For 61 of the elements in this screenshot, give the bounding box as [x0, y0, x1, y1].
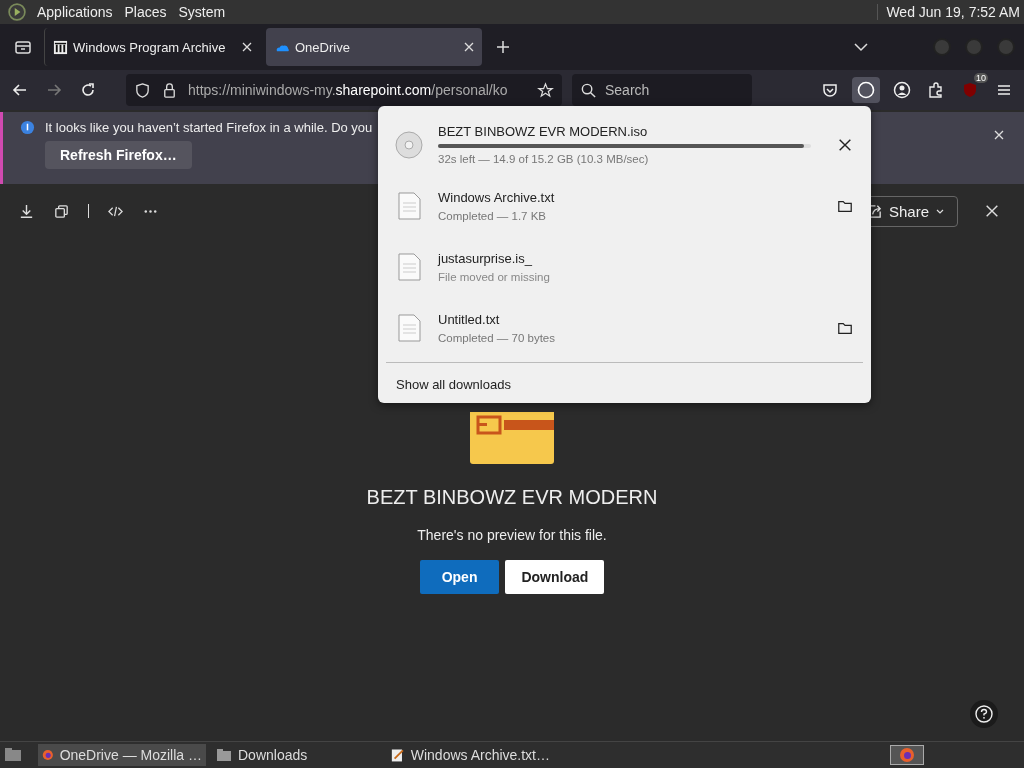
archive-file-icon: [470, 412, 554, 464]
download-item[interactable]: Untitled.txt Completed — 70 bytes: [386, 297, 863, 358]
download-status: File moved or missing: [438, 270, 551, 283]
extension-badge: 10: [974, 73, 988, 83]
show-all-downloads-link[interactable]: Show all downloads: [396, 377, 511, 392]
download-status: Completed — 70 bytes: [438, 331, 556, 344]
disc-icon: [394, 129, 424, 160]
close-icon[interactable]: [242, 42, 252, 52]
desktop-icon[interactable]: [4, 746, 22, 764]
tray-button[interactable]: [890, 745, 924, 765]
download-button[interactable]: Download: [505, 560, 605, 594]
file-name: BEZT BINBOWZ EVR MODERN.iso: [438, 124, 649, 139]
lock-icon: [161, 81, 178, 99]
logo-icon: [8, 3, 26, 21]
open-button[interactable]: Open: [419, 560, 500, 594]
close-icon[interactable]: [994, 130, 1004, 140]
close-icon[interactable]: [464, 42, 474, 52]
notepad-icon: [390, 747, 405, 763]
star-icon[interactable]: [537, 81, 554, 99]
copy-icon[interactable]: [53, 202, 70, 220]
file-name: Untitled.txt: [438, 311, 501, 327]
help-icon[interactable]: [969, 699, 999, 729]
notification-text: It looks like you haven’t started Firefox in a while. Do you: [45, 120, 373, 135]
taskbar-item[interactable]: Windows Archive.txt…: [386, 744, 554, 766]
firefox-icon: [899, 747, 915, 763]
panel-menu[interactable]: Applications: [36, 4, 114, 20]
file-title: BEZT BINBOWZ EVR MODERN: [366, 486, 658, 509]
shield-icon: [134, 81, 151, 99]
search-field[interactable]: Search: [572, 74, 752, 106]
download-status: Completed — 1.7 KB: [438, 209, 548, 222]
circle-icon[interactable]: [857, 81, 875, 99]
account-icon[interactable]: [893, 81, 911, 99]
pocket-icon[interactable]: [821, 81, 839, 99]
panel-menu[interactable]: System: [177, 4, 227, 20]
cancel-icon[interactable]: [837, 136, 853, 153]
taskbar-item[interactable]: Downloads: [212, 744, 380, 766]
url-text: https://miniwindows-my.sharepoint.com/personal/ko: [188, 82, 509, 98]
building-icon: [53, 39, 68, 55]
browser-tab[interactable]: OneDrive: [266, 28, 482, 66]
new-tab-icon[interactable]: [494, 38, 512, 56]
file-name: Windows Archive.txt: [438, 189, 556, 205]
download-item[interactable]: BEZT BINBOWZ EVR MODERN.iso 32s left — 14.9 of 15.2 GB (10.3 MB/sec): [386, 114, 863, 175]
download-item[interactable]: justasurprise.is_ File moved or missing: [386, 236, 863, 297]
reload-icon[interactable]: [79, 81, 97, 99]
no-preview-message: There's no preview for this file.: [417, 527, 607, 543]
firefox-icon: [42, 747, 54, 763]
close-icon[interactable]: [984, 203, 1000, 219]
tab-list-icon[interactable]: [14, 38, 32, 56]
clock: Wed Jun 19, 7:52 AM: [877, 4, 1020, 20]
address-bar[interactable]: https://miniwindows-my.sharepoint.com/personal/ko: [126, 74, 562, 106]
panel-menu[interactable]: Places: [123, 4, 168, 20]
download-icon[interactable]: [18, 202, 35, 220]
browser-tab[interactable]: Windows Program Archive: [44, 28, 260, 66]
puzzle-icon[interactable]: [927, 81, 945, 99]
info-icon: [20, 120, 35, 135]
taskbar-item[interactable]: OneDrive — Mozilla …: [38, 744, 206, 766]
file-name: justasurprise.is_: [438, 250, 533, 266]
download-status: 32s left — 14.9 of 15.2 GB (10.3 MB/sec): [438, 153, 650, 165]
refresh-button[interactable]: Refresh Firefox…: [45, 141, 192, 169]
search-icon: [580, 81, 597, 99]
folder-icon: [216, 747, 232, 763]
